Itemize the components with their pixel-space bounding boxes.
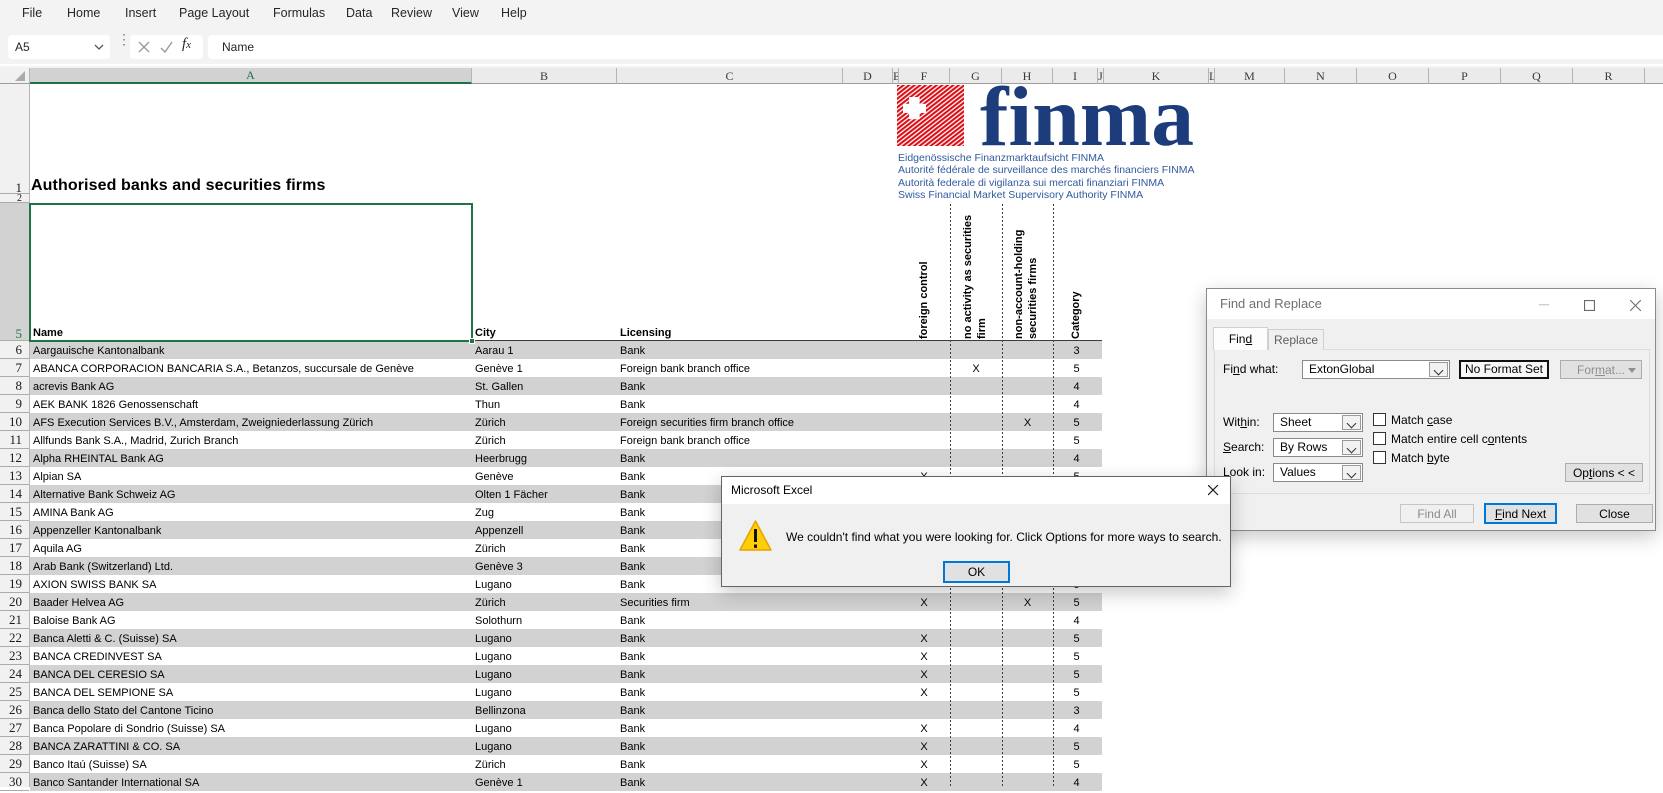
svg-text:finma: finma [980,84,1194,148]
